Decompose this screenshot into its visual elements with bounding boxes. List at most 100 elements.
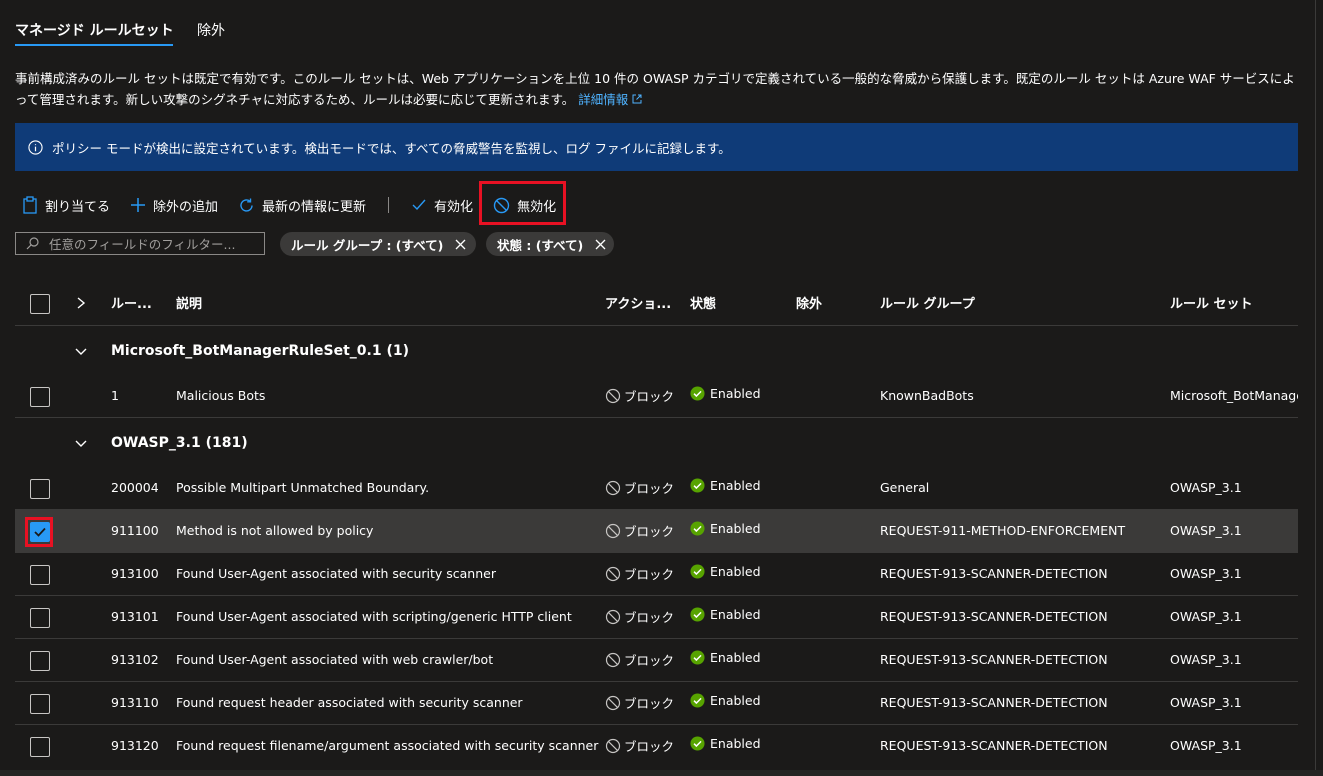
row-checkbox[interactable] <box>30 387 50 407</box>
rule-id-cell: 913101 <box>111 609 159 624</box>
status-cell: Enabled <box>690 650 761 665</box>
select-all-checkbox[interactable] <box>30 294 50 314</box>
rule-description-cell: Found request header associated with sec… <box>176 695 523 710</box>
action-cell: ブロック <box>605 607 674 626</box>
group-header-botmanager[interactable]: Microsoft_BotManagerRuleSet_0.1 (1) <box>111 343 409 359</box>
rule-set-cell: OWASP_3.1 <box>1170 652 1242 667</box>
block-icon <box>605 652 621 667</box>
column-status[interactable]: 状態 <box>690 293 716 312</box>
rule-set-cell: OWASP_3.1 <box>1170 523 1242 538</box>
block-icon <box>605 738 621 753</box>
status-cell: Enabled <box>690 478 761 493</box>
column-exclusions[interactable]: 除外 <box>796 293 822 312</box>
rule-group-cell: General <box>880 480 930 495</box>
success-check-icon <box>690 386 705 401</box>
rule-description-cell: Found User-Agent associated with scripti… <box>176 609 572 624</box>
rule-description-cell: Found request filename/argument associat… <box>176 738 599 753</box>
row-checkbox[interactable] <box>30 651 50 671</box>
row-checkbox[interactable] <box>30 694 50 714</box>
close-icon[interactable] <box>455 239 466 250</box>
rule-id-cell: 1 <box>111 388 119 403</box>
assign-label: 割り当てる <box>45 199 111 215</box>
rule-id-cell: 913102 <box>111 652 159 667</box>
status-label: Enabled <box>710 693 761 708</box>
rule-set-cell: OWASP_3.1 <box>1170 609 1242 624</box>
success-check-icon <box>690 478 705 493</box>
enable-button[interactable]: 有効化 <box>411 196 473 215</box>
row-divider <box>15 509 1298 510</box>
block-icon <box>605 480 621 495</box>
status-cell: Enabled <box>690 607 761 622</box>
action-cell: ブロック <box>605 564 674 583</box>
action-label: ブロック <box>624 653 675 668</box>
rule-group-filter-pill[interactable]: ルール グループ : (すべて) <box>280 232 476 256</box>
chevron-right-icon[interactable] <box>76 297 86 309</box>
assign-button[interactable]: 割り当てる <box>22 196 110 215</box>
status-label: Enabled <box>710 478 761 493</box>
chevron-down-icon[interactable] <box>75 439 87 449</box>
row-checkbox[interactable] <box>30 565 50 585</box>
status-cell: Enabled <box>690 693 761 708</box>
tab-exclusions[interactable]: 除外 <box>197 20 225 40</box>
add-exclusion-button[interactable]: 除外の追加 <box>130 196 218 215</box>
action-cell: ブロック <box>605 650 674 669</box>
info-banner: ポリシー モードが検出に設定されています。検出モードでは、すべての脅威警告を監視… <box>15 123 1298 171</box>
refresh-icon <box>240 198 253 212</box>
status-label: Enabled <box>710 386 761 401</box>
row-divider <box>15 681 1298 682</box>
tab-managed-rules[interactable]: マネージド ルールセット <box>15 20 174 40</box>
close-icon[interactable] <box>595 239 606 250</box>
scrollbar-track[interactable] <box>1315 0 1316 776</box>
success-check-icon <box>690 564 705 579</box>
rule-set-cell: OWASP_3.1 <box>1170 738 1242 753</box>
status-filter-pill[interactable]: 状態 : (すべて) <box>486 232 614 256</box>
refresh-button[interactable]: 最新の情報に更新 <box>238 196 366 215</box>
action-label: ブロック <box>624 739 675 754</box>
success-check-icon <box>690 521 705 536</box>
rule-group-cell: REQUEST-913-SCANNER-DETECTION <box>880 652 1108 667</box>
rule-description-cell: Malicious Bots <box>176 388 266 403</box>
learn-more-label: 詳細情報 <box>578 92 629 107</box>
status-cell: Enabled <box>690 521 761 536</box>
add-exclusion-label: 除外の追加 <box>153 199 219 215</box>
column-action[interactable]: アクショ... <box>605 293 671 312</box>
description-text: 事前構成済みのルール セットは既定で有効です。このルール セットは、Web アプ… <box>15 68 1305 110</box>
row-checkbox[interactable] <box>30 737 50 757</box>
filter-input[interactable]: 任意のフィールドのフィルター... <box>15 232 265 255</box>
selected-checkbox-highlight-box <box>25 517 53 547</box>
rule-id-cell: 913110 <box>111 695 159 710</box>
rule-id-cell: 200004 <box>111 480 159 495</box>
action-label: ブロック <box>624 567 675 582</box>
row-divider <box>15 595 1298 596</box>
toolbar-separator <box>388 197 390 213</box>
learn-more-link[interactable]: 詳細情報 <box>578 92 642 107</box>
column-rule-id[interactable]: ルー... <box>111 293 152 312</box>
chevron-down-icon[interactable] <box>75 347 87 357</box>
status-cell: Enabled <box>690 564 761 579</box>
action-cell: ブロック <box>605 521 674 540</box>
rule-set-cell: OWASP_3.1 <box>1170 695 1242 710</box>
column-rule-set[interactable]: ルール セット <box>1170 293 1253 312</box>
action-cell: ブロック <box>605 478 674 497</box>
status-label: Enabled <box>710 736 761 751</box>
row-divider <box>15 552 1298 553</box>
block-icon <box>605 388 621 403</box>
rule-group-cell: REQUEST-913-SCANNER-DETECTION <box>880 609 1108 624</box>
action-cell: ブロック <box>605 386 674 405</box>
rule-group-cell: REQUEST-911-METHOD-ENFORCEMENT <box>880 523 1126 538</box>
row-checkbox[interactable] <box>30 608 50 628</box>
group-header-owasp[interactable]: OWASP_3.1 (181) <box>111 435 248 451</box>
refresh-label: 最新の情報に更新 <box>262 199 367 215</box>
filter-placeholder: 任意のフィールドのフィルター... <box>49 237 236 252</box>
rule-group-cell: REQUEST-913-SCANNER-DETECTION <box>880 695 1108 710</box>
row-checkbox[interactable] <box>30 479 50 499</box>
column-rule-group[interactable]: ルール グループ <box>880 293 975 312</box>
rule-set-cell: OWASP_3.1 <box>1170 566 1242 581</box>
column-description[interactable]: 説明 <box>176 293 202 312</box>
rule-group-cell: KnownBadBots <box>880 388 974 403</box>
rule-description-cell: Possible Multipart Unmatched Boundary. <box>176 480 430 495</box>
success-check-icon <box>690 650 705 665</box>
block-icon <box>605 566 621 581</box>
action-label: ブロック <box>624 524 675 539</box>
status-filter-label: 状態 : (すべて) <box>497 237 584 253</box>
